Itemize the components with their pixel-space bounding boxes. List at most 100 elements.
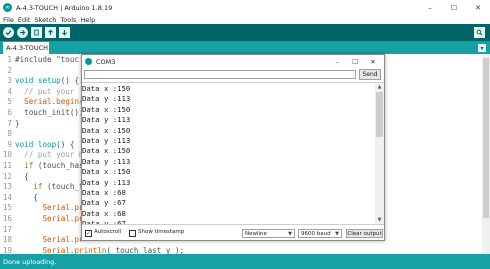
serial-port-title: COM3 bbox=[96, 57, 116, 66]
title-bar: ∞ A-4.3-TOUCH | Arduino 1.8.19 – ☐ ✕ bbox=[0, 0, 490, 15]
code-token: begin bbox=[56, 97, 80, 107]
maximize-button[interactable]: ☐ bbox=[442, 0, 466, 15]
arduino-ide-window: ∞ A-4.3-TOUCH | Arduino 1.8.19 – ☐ ✕ Fil… bbox=[0, 0, 490, 269]
serial-send-input[interactable] bbox=[84, 70, 356, 79]
serial-window-controls: – ☐ ✕ bbox=[328, 55, 382, 68]
output-line: Data x :68 bbox=[82, 208, 126, 218]
scroll-up-arrow-icon[interactable]: ▲ bbox=[375, 83, 384, 91]
save-button[interactable] bbox=[59, 27, 70, 38]
code-token: () { bbox=[56, 139, 75, 149]
serial-footer: ✓ Autoscroll Show timestamp Newline ▼ 96… bbox=[82, 227, 384, 240]
code-token: println bbox=[74, 245, 107, 254]
autoscroll-checkbox[interactable]: ✓ bbox=[85, 230, 92, 237]
code-token: { bbox=[15, 171, 29, 181]
line-number: 13 bbox=[2, 182, 12, 192]
output-line: Data y :113 bbox=[82, 115, 131, 125]
code-token: (touch_has bbox=[33, 161, 84, 170]
line-ending-select[interactable]: Newline ▼ bbox=[242, 229, 295, 238]
timestamp-checkbox[interactable] bbox=[129, 230, 136, 237]
baud-rate-select[interactable]: 9600 baud ▼ bbox=[298, 229, 342, 238]
arduino-logo-icon: ∞ bbox=[3, 3, 12, 12]
code-token: (touch_t bbox=[42, 182, 84, 192]
output-line: Data y :113 bbox=[82, 177, 131, 187]
serial-title-bar: COM3 – ☐ ✕ bbox=[82, 55, 384, 68]
editor-scroll-thumb[interactable] bbox=[483, 58, 489, 218]
minimize-button[interactable]: – bbox=[418, 0, 442, 15]
output-line: Data y :67 bbox=[82, 219, 126, 225]
arrow-right-icon bbox=[20, 30, 26, 35]
menu-edit[interactable]: Edit bbox=[16, 16, 33, 24]
checkmark-icon: ✓ bbox=[86, 230, 92, 237]
output-line: Data y :67 bbox=[82, 198, 126, 208]
open-button[interactable] bbox=[45, 27, 56, 38]
menu-sketch[interactable]: Sketch bbox=[32, 16, 58, 24]
serial-close-button[interactable]: ✕ bbox=[364, 55, 382, 68]
code-token: setup bbox=[37, 76, 61, 86]
code-line: 19 Serial.println( touch_last_y ); bbox=[0, 246, 490, 254]
line-number: 19 bbox=[2, 245, 12, 254]
output-scrollbar[interactable]: ▲ ▼ bbox=[375, 83, 384, 224]
timestamp-label: Show timestamp bbox=[138, 229, 185, 235]
line-number: 6 bbox=[7, 108, 12, 117]
code-token: // put your m bbox=[15, 150, 84, 160]
send-button[interactable]: Send bbox=[359, 69, 381, 80]
serial-minimize-button[interactable]: – bbox=[328, 55, 346, 68]
line-number: 9 bbox=[7, 139, 12, 149]
magnifier-icon bbox=[476, 29, 483, 36]
serial-maximize-button[interactable]: ☐ bbox=[346, 55, 364, 68]
new-file-icon bbox=[34, 29, 39, 36]
output-line: Data y :113 bbox=[82, 94, 131, 104]
code-token: loop bbox=[37, 139, 57, 149]
line-number: 18 bbox=[2, 235, 12, 245]
code-token: #include "touc bbox=[15, 55, 80, 64]
output-line: Data x :150 bbox=[82, 84, 131, 93]
upload-button[interactable] bbox=[17, 27, 28, 38]
output-scroll-thumb[interactable] bbox=[376, 92, 383, 137]
output-line: Data x :68 bbox=[82, 188, 126, 197]
line-number: 8 bbox=[7, 129, 12, 139]
line-ending-value: Newline bbox=[245, 230, 267, 237]
code-token: Serial bbox=[42, 245, 70, 254]
line-number: 12 bbox=[2, 171, 12, 181]
toolbar bbox=[0, 24, 490, 41]
serial-monitor-window: COM3 – ☐ ✕ Send Data x :150 Data y :113 Da… bbox=[81, 54, 385, 241]
serial-monitor-button[interactable] bbox=[474, 27, 485, 38]
line-number: 11 bbox=[2, 161, 12, 170]
menu-help[interactable]: Help bbox=[78, 16, 97, 24]
chevron-down-icon: ▼ bbox=[288, 231, 292, 237]
close-button[interactable]: ✕ bbox=[466, 0, 490, 15]
line-number: 14 bbox=[2, 192, 12, 202]
verify-button[interactable] bbox=[3, 27, 14, 38]
menu-tools[interactable]: Tools bbox=[58, 16, 78, 24]
code-token: Serial bbox=[24, 97, 52, 107]
code-token: // put your bbox=[15, 86, 80, 96]
output-line: Data y :113 bbox=[82, 136, 131, 145]
new-button[interactable] bbox=[31, 27, 42, 38]
line-number: 4 bbox=[7, 86, 12, 96]
line-number: 15 bbox=[2, 203, 12, 213]
output-line: Data x :150 bbox=[82, 104, 131, 114]
code-token: Serial bbox=[42, 214, 70, 223]
status-message: Done uploading. bbox=[3, 257, 57, 266]
window-controls: – ☐ ✕ bbox=[418, 0, 490, 15]
tab-sketch[interactable]: A-4.3-TOUCH bbox=[3, 42, 49, 54]
tab-menu-button[interactable]: ▾ bbox=[478, 44, 486, 52]
line-number: 10 bbox=[2, 150, 12, 160]
code-token: } bbox=[15, 118, 20, 128]
scroll-down-arrow-icon[interactable]: ▼ bbox=[375, 216, 384, 224]
line-number: 1 bbox=[7, 55, 12, 64]
menu-bar: File Edit Sketch Tools Help bbox=[0, 15, 490, 24]
menu-file[interactable]: File bbox=[0, 16, 16, 24]
output-line: Data x :150 bbox=[82, 125, 131, 135]
open-up-icon bbox=[48, 29, 53, 35]
clear-output-button[interactable]: Clear output bbox=[346, 229, 383, 238]
line-number: 16 bbox=[2, 214, 12, 223]
serial-output: Data x :150 Data y :113 Data x :150 Data y … bbox=[82, 82, 384, 225]
line-number: 2 bbox=[7, 65, 12, 75]
editor-scrollbar[interactable] bbox=[482, 54, 490, 254]
